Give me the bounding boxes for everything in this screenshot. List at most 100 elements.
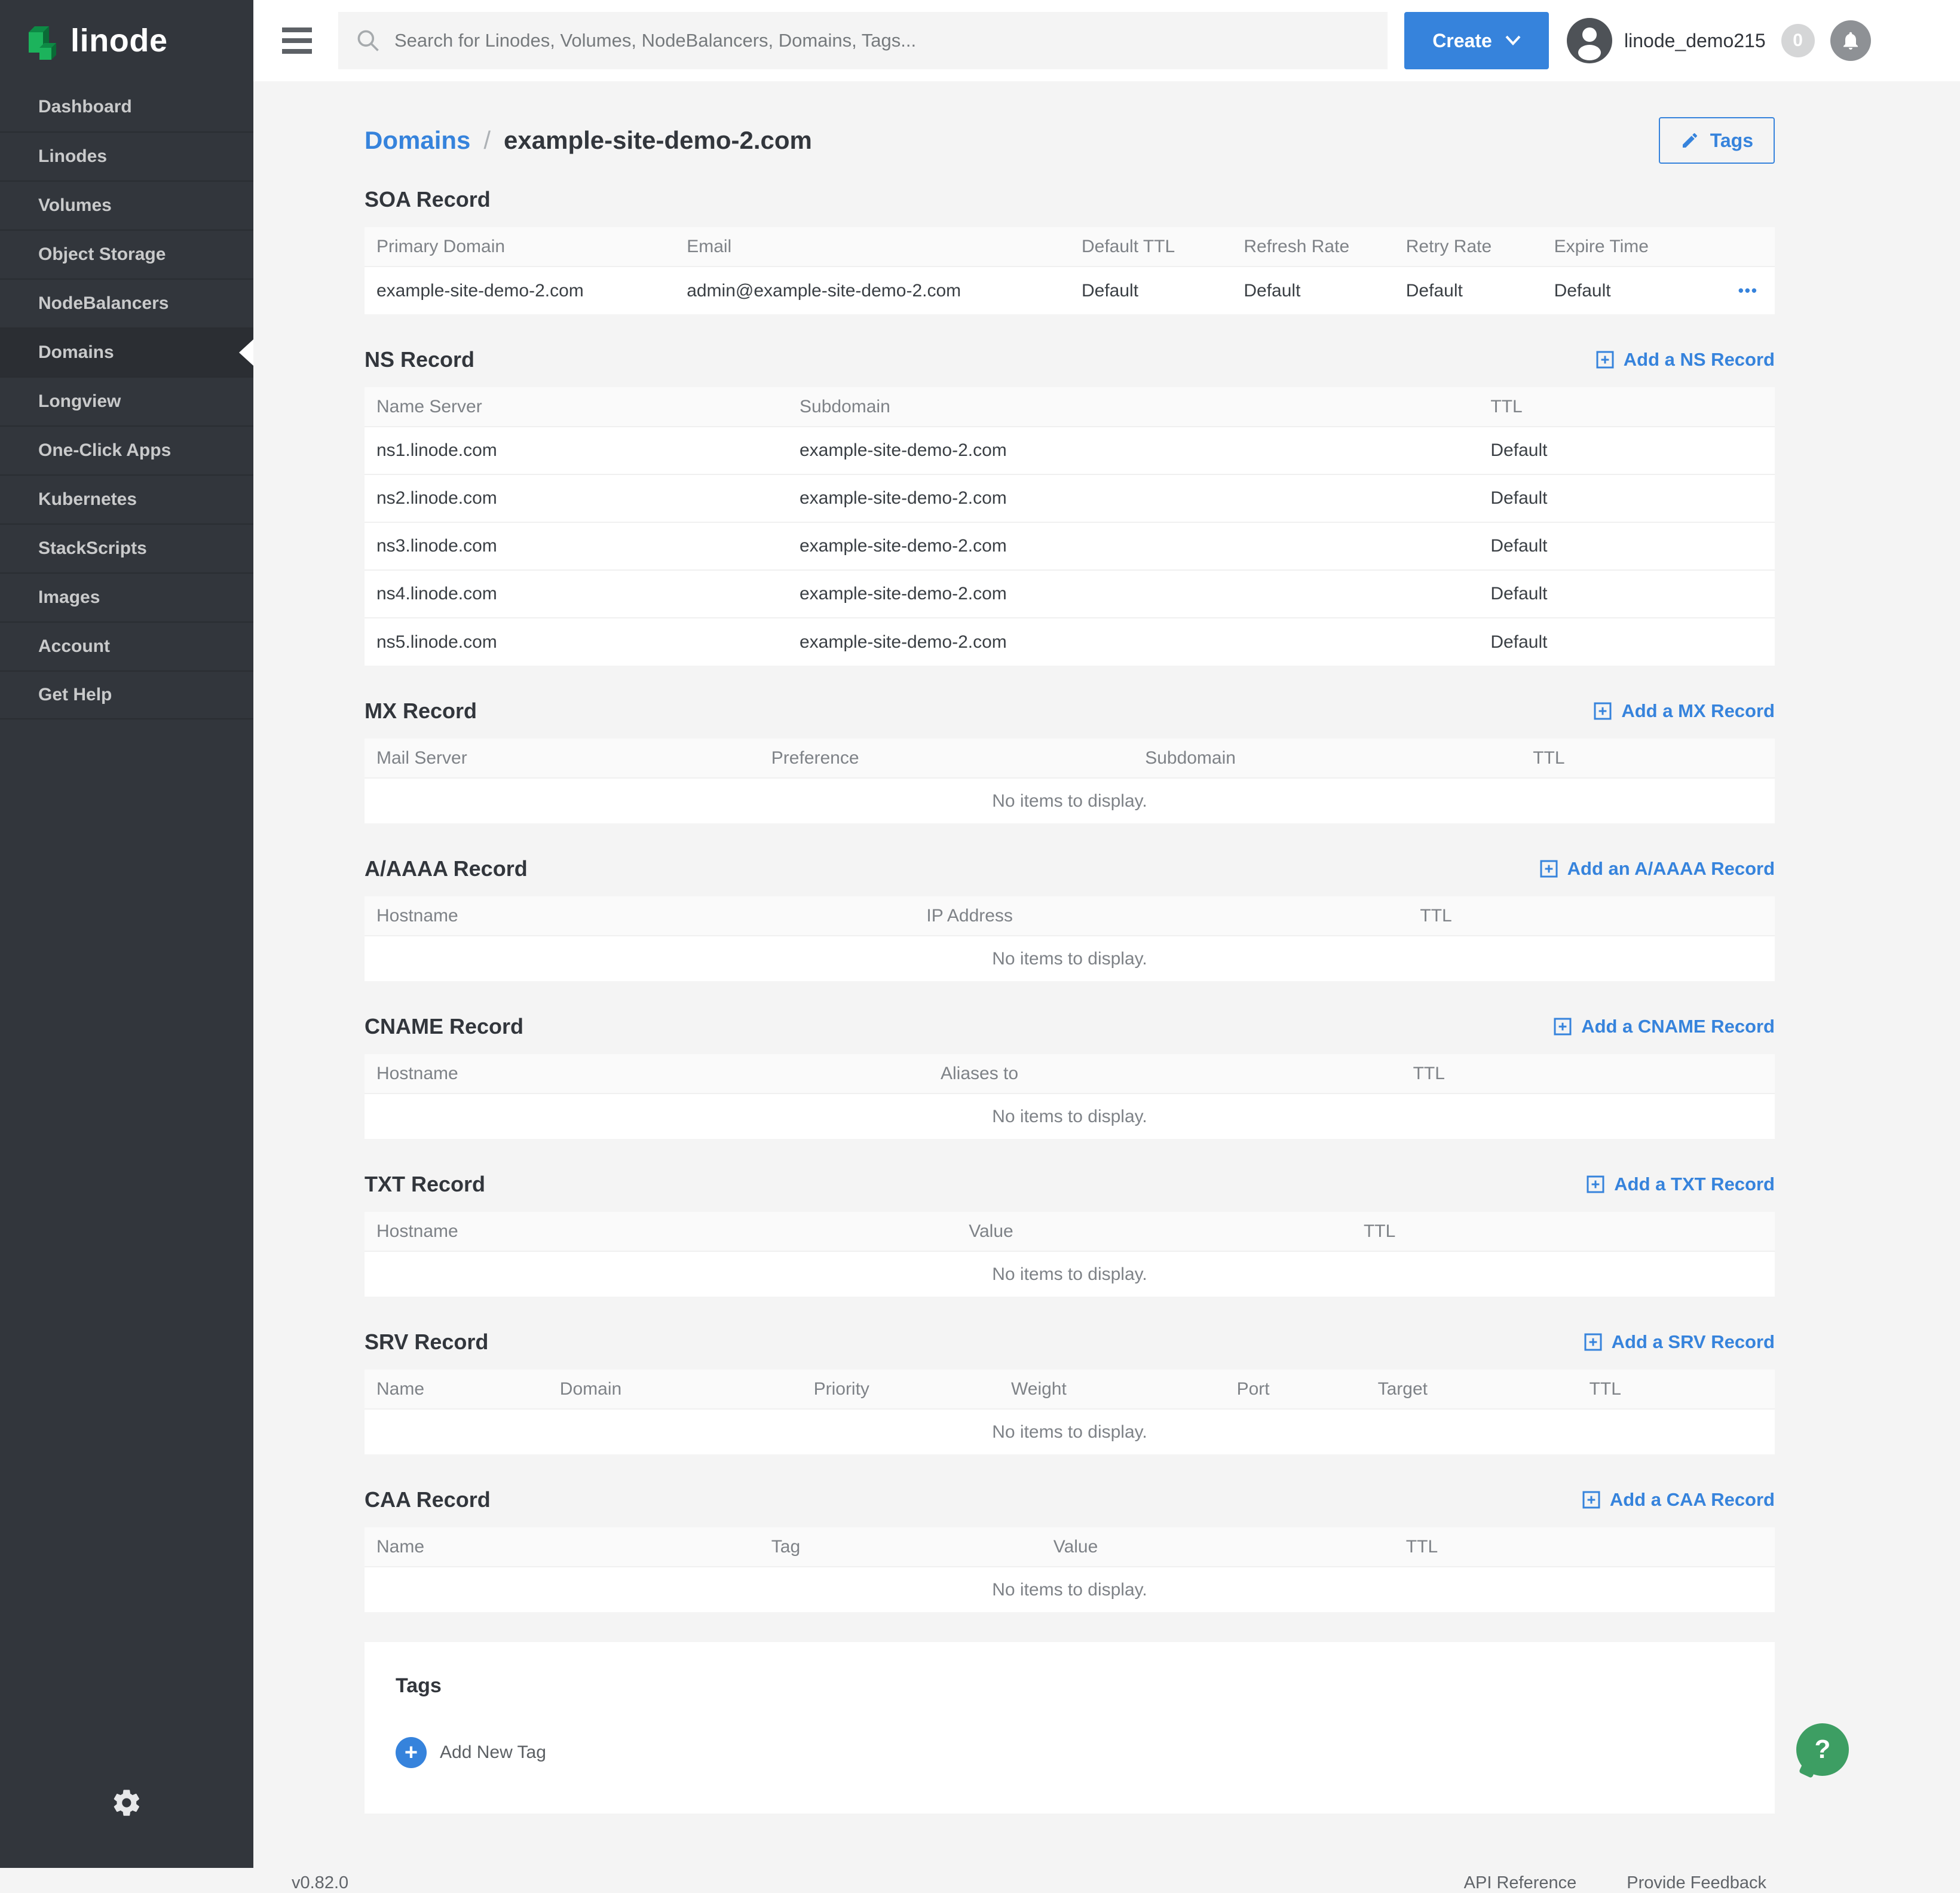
sidebar-item-nodebalancers[interactable]: NodeBalancers <box>0 278 253 327</box>
add-new-tag-button[interactable]: + Add New Tag <box>396 1737 546 1768</box>
sidebar-item-account[interactable]: Account <box>0 621 253 670</box>
sidebar-item-one-click-apps[interactable]: One-Click Apps <box>0 425 253 474</box>
page-title: example-site-demo-2.com <box>504 126 812 155</box>
record-table: HostnameValueTTL No items to display. <box>365 1212 1775 1297</box>
add-mx-record-link[interactable]: Add a MX Record <box>1594 700 1775 722</box>
sidebar-item-object-storage[interactable]: Object Storage <box>0 229 253 278</box>
table-row: example-site-demo-2.comadmin@example-sit… <box>365 267 1775 314</box>
empty-row: No items to display. <box>365 1251 1775 1297</box>
column-header: Name Server <box>365 387 788 427</box>
linode-logo-icon <box>24 20 60 61</box>
cell: example-site-demo-2.com <box>788 570 1478 618</box>
sidebar-item-label: Dashboard <box>38 97 132 117</box>
plus-box-icon <box>1540 860 1558 878</box>
avatar[interactable] <box>1567 18 1612 63</box>
sidebar-item-domains[interactable]: Domains <box>0 327 253 376</box>
section-soa: SOA Record Primary DomainEmailDefault TT… <box>365 184 1775 314</box>
table-row: ns4.linode.comexample-site-demo-2.comDef… <box>365 570 1775 618</box>
add-record-link-label: Add a NS Record <box>1624 349 1775 370</box>
selected-indicator <box>239 339 253 366</box>
add-a-aaaa-record-link[interactable]: Add an A/AAAA Record <box>1540 858 1775 880</box>
column-header: Hostname <box>365 1054 929 1093</box>
cell: admin@example-site-demo-2.com <box>675 267 1070 314</box>
column-header: Retry Rate <box>1394 227 1542 267</box>
add-record-link-label: Add a MX Record <box>1621 700 1775 722</box>
column-header: TTL <box>1394 1527 1775 1567</box>
topbar: Create linode_demo215 0 <box>253 0 1960 81</box>
section-head: A/AAAA Record Add an A/AAAA Record <box>365 853 1775 884</box>
add-txt-record-link[interactable]: Add a TXT Record <box>1587 1174 1775 1195</box>
add-caa-record-link[interactable]: Add a CAA Record <box>1582 1489 1775 1511</box>
table-header-row: HostnameValueTTL <box>365 1212 1775 1251</box>
table-header-row: NameTagValueTTL <box>365 1527 1775 1567</box>
cell: Default <box>1478 427 1775 474</box>
user-icon <box>1567 18 1612 63</box>
column-header: TTL <box>1521 739 1775 778</box>
sidebar-item-label: Object Storage <box>38 244 166 265</box>
table-header-row: HostnameIP AddressTTL <box>365 896 1775 936</box>
edit-tags-button[interactable]: Tags <box>1659 117 1775 164</box>
help-bubble-button[interactable]: ? <box>1796 1723 1849 1776</box>
sidebar-item-get-help[interactable]: Get Help <box>0 670 253 719</box>
linode-logo[interactable]: linode <box>0 0 253 81</box>
column-header: Port <box>1225 1370 1366 1409</box>
add-record-link-label: Add a CNAME Record <box>1581 1016 1775 1037</box>
cell: ns3.linode.com <box>365 522 788 570</box>
sidebar: linode Dashboard Linodes Volumes Object … <box>0 0 253 1868</box>
row-actions-menu[interactable]: ••• <box>1719 267 1775 314</box>
table-header-row: Primary DomainEmailDefault TTLRefresh Ra… <box>365 227 1775 267</box>
table-row: ns5.linode.comexample-site-demo-2.comDef… <box>365 618 1775 666</box>
section-head: SRV Record Add a SRV Record <box>365 1327 1775 1358</box>
chevron-down-icon <box>1505 35 1521 46</box>
column-header: Refresh Rate <box>1232 227 1394 267</box>
cell: Default <box>1542 267 1719 314</box>
api-reference-link[interactable]: API Reference <box>1464 1873 1577 1893</box>
section-title: A/AAAA Record <box>365 856 528 881</box>
sidebar-item-label: One-Click Apps <box>38 440 171 461</box>
search-icon <box>355 27 381 54</box>
table-header-row: Name ServerSubdomainTTL <box>365 387 1775 427</box>
sidebar-item-dashboard[interactable]: Dashboard <box>0 82 253 131</box>
cell: example-site-demo-2.com <box>788 618 1478 666</box>
search-input[interactable] <box>394 30 1371 51</box>
column-header: Name <box>365 1370 548 1409</box>
sidebar-item-stackscripts[interactable]: StackScripts <box>0 523 253 572</box>
sidebar-item-label: StackScripts <box>38 538 147 559</box>
sidebar-item-kubernetes[interactable]: Kubernetes <box>0 474 253 523</box>
footer: v0.82.0 API Reference Provide Feedback <box>253 1873 1960 1893</box>
add-cname-record-link[interactable]: Add a CNAME Record <box>1554 1016 1775 1037</box>
empty-message: No items to display. <box>365 778 1775 823</box>
sidebar-item-images[interactable]: Images <box>0 572 253 621</box>
column-header: Preference <box>760 739 1133 778</box>
section-title: CNAME Record <box>365 1014 523 1039</box>
empty-message: No items to display. <box>365 936 1775 981</box>
add-record-link-label: Add a TXT Record <box>1614 1174 1775 1195</box>
provide-feedback-link[interactable]: Provide Feedback <box>1627 1873 1766 1893</box>
record-table: NameDomainPriorityWeightPortTargetTTL No… <box>365 1370 1775 1454</box>
settings-gear-button[interactable] <box>111 1787 142 1822</box>
plus-box-icon <box>1582 1491 1600 1509</box>
sidebar-item-linodes[interactable]: Linodes <box>0 131 253 180</box>
column-header: Primary Domain <box>365 227 675 267</box>
sidebar-item-longview[interactable]: Longview <box>0 376 253 425</box>
add-srv-record-link[interactable]: Add a SRV Record <box>1584 1331 1775 1353</box>
section-txt: TXT Record Add a TXT Record HostnameValu… <box>365 1169 1775 1297</box>
username[interactable]: linode_demo215 <box>1624 30 1766 52</box>
pencil-icon <box>1680 131 1699 150</box>
cell: example-site-demo-2.com <box>788 427 1478 474</box>
create-button[interactable]: Create <box>1404 12 1549 69</box>
plus-box-icon <box>1594 702 1612 720</box>
hamburger-menu-button[interactable] <box>282 27 312 54</box>
app-window: linode Dashboard Linodes Volumes Object … <box>0 0 1960 1868</box>
notifications-bell-button[interactable] <box>1830 20 1871 61</box>
add-ns-record-link[interactable]: Add a NS Record <box>1596 349 1775 370</box>
add-record-link-label: Add a SRV Record <box>1612 1331 1775 1353</box>
column-header: TTL <box>1478 387 1775 427</box>
sidebar-nav: Dashboard Linodes Volumes Object Storage… <box>0 82 253 719</box>
column-header: TTL <box>1401 1054 1775 1093</box>
breadcrumb-domains-link[interactable]: Domains <box>365 126 470 155</box>
gear-icon <box>111 1787 142 1818</box>
record-sections: SOA Record Primary DomainEmailDefault TT… <box>365 184 1775 1612</box>
empty-row: No items to display. <box>365 1409 1775 1454</box>
sidebar-item-volumes[interactable]: Volumes <box>0 180 253 229</box>
